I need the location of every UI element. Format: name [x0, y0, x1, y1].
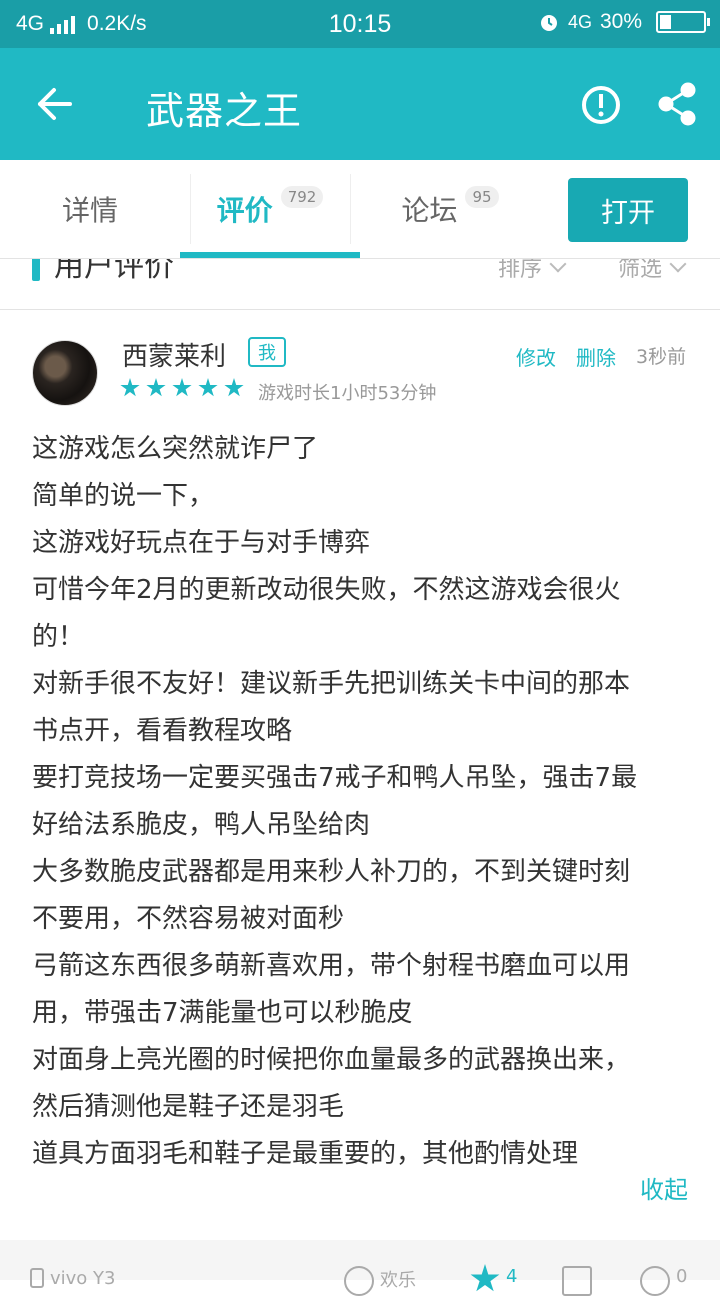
- chevron-down-icon: [669, 259, 687, 273]
- filter-dropdown[interactable]: 筛选: [618, 259, 687, 283]
- avatar[interactable]: [32, 340, 98, 406]
- more-icon[interactable]: [640, 1266, 670, 1296]
- active-tab-indicator: [180, 252, 360, 258]
- review-line: 这游戏怎么突然就诈尸了: [32, 434, 319, 464]
- star-icon: [172, 378, 192, 397]
- review-line: 好给法系脆皮，鸭人吊坠给肉: [32, 810, 371, 840]
- app-bar: 武器之王: [0, 48, 720, 160]
- comment-count: 0: [676, 1266, 688, 1287]
- review-line: 弓箭这东西很多萌新喜欢用，带个射程书磨血可以用: [32, 951, 631, 981]
- reviews-section-header: 用户评价 排序 筛选: [0, 259, 720, 310]
- collapse-link[interactable]: 收起: [640, 1170, 688, 1205]
- review-line: 要打竞技场一定要买强击7戒子和鸭人吊坠，强击7最: [32, 763, 638, 793]
- like-count: 4: [506, 1266, 518, 1287]
- exclamation-circle-icon: [582, 86, 620, 124]
- review-line: 可惜今年2月的更新改动很失败，不然这游戏会很火: [32, 575, 621, 605]
- comment-icon[interactable]: [562, 1266, 592, 1296]
- report-button[interactable]: [580, 84, 622, 126]
- chevron-down-icon: [549, 259, 567, 273]
- share-icon: [658, 82, 696, 126]
- tab-forum[interactable]: 论坛 95: [360, 160, 540, 258]
- network-type-2: 4G: [567, 11, 592, 32]
- review-line: 的！: [32, 622, 85, 652]
- share-button[interactable]: [656, 82, 698, 126]
- star-icon: [198, 378, 218, 397]
- open-app-button[interactable]: 打开: [568, 178, 688, 242]
- review-body: 这游戏怎么突然就诈尸了 简单的说一下， 这游戏好玩点在于与对手博弈 可惜今年2月…: [32, 426, 692, 1178]
- review-line: 简单的说一下，: [32, 481, 215, 511]
- sort-dropdown[interactable]: 排序: [498, 259, 567, 283]
- filter-label: 筛选: [618, 259, 663, 282]
- review-line: 不要用，不然容易被对面秒: [32, 904, 345, 934]
- section-accent-bar: [32, 259, 40, 281]
- review-line: 这游戏好玩点在于与对手博弈: [32, 528, 371, 558]
- review-line: 对新手很不友好！建议新手先把训练关卡中间的那本: [32, 669, 631, 699]
- review-line: 然后猜测他是鞋子还是羽毛: [32, 1092, 345, 1122]
- delete-review-link[interactable]: 删除: [576, 342, 616, 371]
- tab-label: 详情: [61, 194, 118, 227]
- edit-review-link[interactable]: 修改: [516, 342, 556, 371]
- review-count-badge: 792: [280, 186, 324, 208]
- playtime: 游戏时长1小时53分钟: [258, 383, 437, 404]
- rating-stars: [120, 378, 244, 398]
- status-bar: 4G 0.2K/s 10:15 4G 30%: [0, 0, 720, 48]
- review-time: 3秒前: [636, 346, 687, 368]
- battery-percent: 30%: [599, 10, 642, 33]
- phone-icon: [30, 1268, 44, 1288]
- like-icon[interactable]: [470, 1264, 500, 1292]
- back-button[interactable]: [26, 80, 82, 128]
- happy-label: 欢乐: [380, 1270, 416, 1291]
- tab-label: 论坛: [401, 194, 458, 227]
- sort-label: 排序: [498, 259, 543, 282]
- device-name: vivo Y3: [50, 1268, 116, 1289]
- review-line: 对面身上亮光圈的时候把你血量最多的武器换出来，: [32, 1045, 631, 1075]
- status-right: 4G 30%: [538, 10, 710, 34]
- tab-reviews[interactable]: 评价 792: [180, 160, 360, 258]
- section-title: 用户评价: [54, 259, 174, 284]
- star-icon: [146, 378, 166, 397]
- me-badge: 我: [248, 337, 286, 367]
- forum-count-badge: 95: [465, 186, 499, 208]
- happy-face-icon[interactable]: [344, 1266, 374, 1296]
- review-footer: vivo Y3 欢乐 4 0: [0, 1240, 720, 1296]
- review-card: 西蒙莱利 我 修改 删除 3秒前 游戏时长1小时53分钟 这游戏怎么突然就诈尸了…: [0, 310, 720, 1240]
- arrow-left-icon: [38, 88, 72, 120]
- tab-divider: [350, 174, 351, 244]
- tab-details[interactable]: 详情: [0, 160, 180, 258]
- page-title: 武器之王: [146, 89, 303, 133]
- battery-icon: [656, 11, 710, 33]
- review-username[interactable]: 西蒙莱利: [122, 336, 226, 373]
- review-line: 道具方面羽毛和鞋子是最重要的，其他酌情处理: [32, 1139, 579, 1169]
- review-line: 大多数脆皮武器都是用来秒人补刀的，不到关键时刻: [32, 857, 631, 887]
- review-line: 书点开，看看教程攻略: [32, 716, 293, 746]
- alarm-icon: [540, 15, 557, 31]
- tab-label: 评价: [216, 194, 273, 227]
- star-icon: [120, 378, 140, 397]
- review-line: 用，带强击7满能量也可以秒脆皮: [32, 998, 413, 1028]
- star-icon: [224, 378, 244, 397]
